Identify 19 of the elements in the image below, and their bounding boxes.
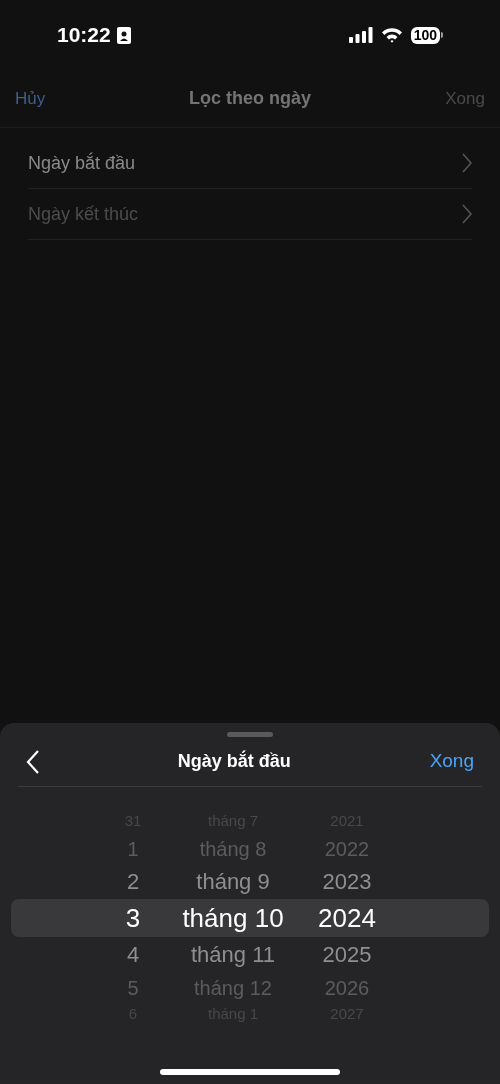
picker-row[interactable]: 3 tháng 10 2024 — [11, 899, 489, 937]
sheet-title: Ngày bắt đầu — [177, 749, 291, 773]
sheet-done-button[interactable]: Xong — [429, 747, 474, 776]
page-title: Lọc theo ngày — [189, 87, 311, 110]
signal-icon — [348, 27, 373, 43]
date-filter-row[interactable]: Ngày bắt đầu — [28, 138, 472, 189]
picker-row[interactable]: 5 tháng 12 2026 — [11, 972, 489, 1003]
status-time: 10:22 — [57, 22, 111, 49]
picker-row[interactable]: 1 tháng 8 2022 — [11, 833, 489, 864]
wifi-icon — [380, 27, 403, 43]
back-chevron-icon[interactable] — [26, 749, 39, 774]
contact-card-icon — [116, 26, 131, 44]
picker-row[interactable]: 4 tháng 11 2025 — [11, 937, 489, 972]
cancel-button[interactable]: Hủy — [15, 85, 75, 112]
date-filter-row[interactable]: Ngày kết thúc — [28, 189, 472, 240]
picker-row[interactable]: 2 tháng 9 2023 — [11, 864, 489, 899]
battery-indicator: 100 — [410, 26, 443, 44]
chevron-right-icon — [462, 153, 472, 173]
chevron-right-icon — [462, 204, 472, 224]
